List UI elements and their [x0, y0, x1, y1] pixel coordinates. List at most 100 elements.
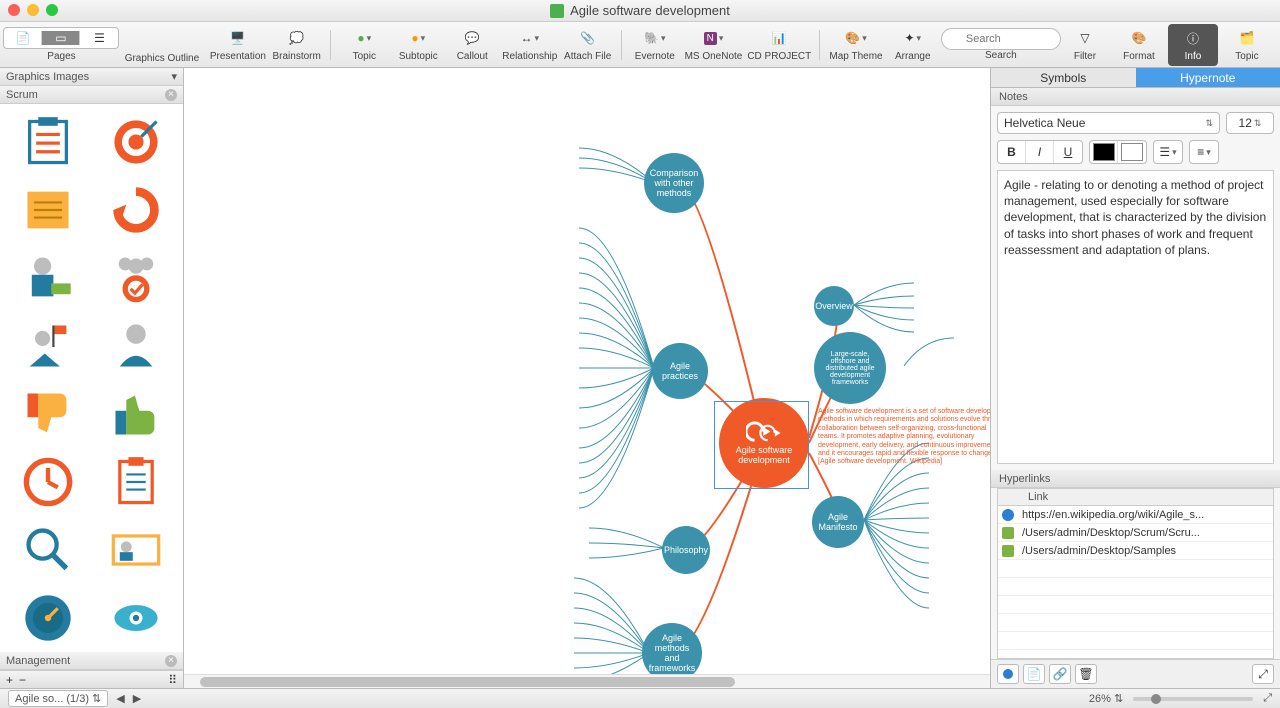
add-topic-link-button[interactable]: 🔗	[1049, 664, 1071, 684]
outline-view-icon[interactable]: ☰	[80, 31, 118, 45]
sticky-note-icon[interactable]	[8, 180, 88, 240]
gauge-icon[interactable]	[8, 588, 88, 648]
topic-button[interactable]: ●▾ Topic	[339, 24, 389, 66]
add-web-link-button[interactable]	[997, 664, 1019, 684]
person-icon[interactable]	[96, 316, 176, 376]
topic-panel-icon: 🗂️	[1234, 27, 1260, 49]
close-window-icon[interactable]	[8, 4, 20, 16]
page-selector[interactable]: Agile so... (1/3) ⇅	[8, 690, 108, 707]
brainstorm-button[interactable]: 💭 Brainstorm	[271, 24, 323, 66]
link-row-empty[interactable]	[998, 632, 1273, 650]
document-icon	[550, 4, 564, 18]
cd-project-button[interactable]: 📊 CD PROJECT	[747, 24, 811, 66]
outline-color-button[interactable]	[1118, 141, 1146, 163]
magnifier-icon[interactable]	[8, 520, 88, 580]
link-row[interactable]: /Users/admin/Desktop/Samples	[998, 542, 1273, 560]
globe-icon	[1002, 509, 1014, 521]
arrange-button[interactable]: ✦▾ Arrange	[888, 24, 938, 66]
underline-button[interactable]: U	[1054, 141, 1082, 163]
horizontal-scrollbar[interactable]	[184, 674, 990, 688]
notes-textarea[interactable]: Agile - relating to or denoting a method…	[997, 170, 1274, 464]
node-manifesto[interactable]: Agile Manifesto	[812, 496, 864, 548]
node-frameworks[interactable]: Large-scale, offshore and distributed ag…	[814, 332, 886, 404]
fill-color-button[interactable]	[1090, 141, 1118, 163]
target-icon[interactable]	[96, 112, 176, 172]
node-overview[interactable]: Overview	[814, 286, 854, 326]
subtopic-button[interactable]: ●▾ Subtopic	[393, 24, 443, 66]
remove-button[interactable]: −	[19, 673, 26, 687]
eye-icon[interactable]	[96, 588, 176, 648]
node-philosophy[interactable]: Philosophy	[662, 526, 710, 574]
bold-button[interactable]: B	[998, 141, 1026, 163]
cycle-icon[interactable]	[96, 180, 176, 240]
window-controls	[8, 4, 58, 16]
manager-icon[interactable]	[8, 248, 88, 308]
filter-button[interactable]: ▽ Filter	[1060, 24, 1110, 66]
link-row-empty[interactable]	[998, 596, 1273, 614]
grip-icon[interactable]: ⠿	[168, 673, 177, 687]
zoom-window-icon[interactable]	[46, 4, 58, 16]
remove-link-button[interactable]: 🗑	[1075, 664, 1097, 684]
font-size-stepper[interactable]: 12⇅	[1226, 112, 1274, 134]
disclosure-icon[interactable]: ▾	[171, 70, 177, 83]
topic-panel-button[interactable]: 🗂️ Topic	[1222, 24, 1272, 66]
link-row-empty[interactable]	[998, 578, 1273, 596]
leader-flag-icon[interactable]	[8, 316, 88, 376]
pages-segment[interactable]: 📄 ▭ ☰ Pages	[8, 24, 115, 66]
callout-button[interactable]: 💬 Callout	[447, 24, 497, 66]
minimize-window-icon[interactable]	[27, 4, 39, 16]
link-row-empty[interactable]	[998, 560, 1273, 578]
map-theme-button[interactable]: 🎨▾ Map Theme	[828, 24, 884, 66]
central-annotation: Agile software development is a set of s…	[818, 408, 990, 467]
checklist-icon[interactable]	[8, 112, 88, 172]
zoom-value[interactable]: 26% ⇅	[1089, 692, 1123, 705]
page-view-icon[interactable]: 📄	[4, 31, 42, 45]
scroll-thumb[interactable]	[200, 677, 735, 687]
font-family-select[interactable]: Helvetica Neue ⇅	[997, 112, 1220, 134]
align-button[interactable]: ≡▾	[1190, 141, 1218, 163]
fullscreen-button[interactable]: ⤢	[1263, 692, 1272, 705]
link-row-empty[interactable]	[998, 614, 1273, 632]
thumbs-up-icon[interactable]	[96, 384, 176, 444]
node-agile-practices[interactable]: Agile practices	[652, 343, 708, 399]
team-gear-icon[interactable]	[96, 248, 176, 308]
add-file-link-button[interactable]: 📄	[1023, 664, 1045, 684]
zoom-thumb[interactable]	[1151, 694, 1161, 704]
prev-page-button[interactable]: ◀	[116, 692, 124, 705]
window-title: Agile software development	[550, 3, 730, 18]
presentation-button[interactable]: 🖥️ Presentation	[209, 24, 267, 66]
search-input[interactable]	[941, 28, 1061, 50]
evernote-button[interactable]: 🐘▾ Evernote	[630, 24, 680, 66]
hyperlinks-header: Hyperlinks	[991, 470, 1280, 488]
management-section-header[interactable]: Management ×	[0, 652, 183, 670]
bullet-list-button[interactable]: ☰▾	[1154, 141, 1182, 163]
link-toolbar: 📄 🔗 🗑 ⤢	[991, 659, 1280, 688]
id-card-icon[interactable]	[96, 520, 176, 580]
onenote-icon: N▾	[700, 27, 726, 49]
info-button[interactable]: ⓘ Info	[1168, 24, 1218, 66]
tab-symbols[interactable]: Symbols	[991, 68, 1136, 88]
link-row[interactable]: /Users/admin/Desktop/Scrum/Scru...	[998, 524, 1273, 542]
clock-icon[interactable]	[8, 452, 88, 512]
zoom-slider[interactable]	[1133, 697, 1253, 701]
node-comparison[interactable]: Comparison with other methods	[644, 153, 704, 213]
next-page-button[interactable]: ▶	[133, 692, 141, 705]
close-icon[interactable]: ×	[165, 655, 177, 667]
scrum-section-header[interactable]: Scrum ×	[0, 86, 183, 104]
close-icon[interactable]: ×	[165, 89, 177, 101]
onenote-button[interactable]: N▾ MS OneNote	[684, 24, 743, 66]
italic-button[interactable]: I	[1026, 141, 1054, 163]
slide-view-icon[interactable]: ▭	[42, 31, 80, 45]
central-topic[interactable]: Agile software development	[719, 398, 809, 488]
thumbs-down-icon[interactable]	[8, 384, 88, 444]
add-button[interactable]: +	[6, 673, 13, 687]
align-group: ≡▾	[1189, 140, 1219, 164]
expand-links-button[interactable]: ⤢	[1252, 664, 1274, 684]
link-row[interactable]: https://en.wikipedia.org/wiki/Agile_s...	[998, 506, 1273, 524]
relationship-button[interactable]: ↔▾ Relationship	[501, 24, 558, 66]
mindmap-canvas[interactable]: Agile software development Agile softwar…	[184, 68, 990, 688]
format-button[interactable]: 🎨 Format	[1114, 24, 1164, 66]
tab-hypernote[interactable]: Hypernote	[1136, 68, 1280, 88]
attach-file-button[interactable]: 📎 Attach File	[562, 24, 613, 66]
clipboard-list-icon[interactable]	[96, 452, 176, 512]
